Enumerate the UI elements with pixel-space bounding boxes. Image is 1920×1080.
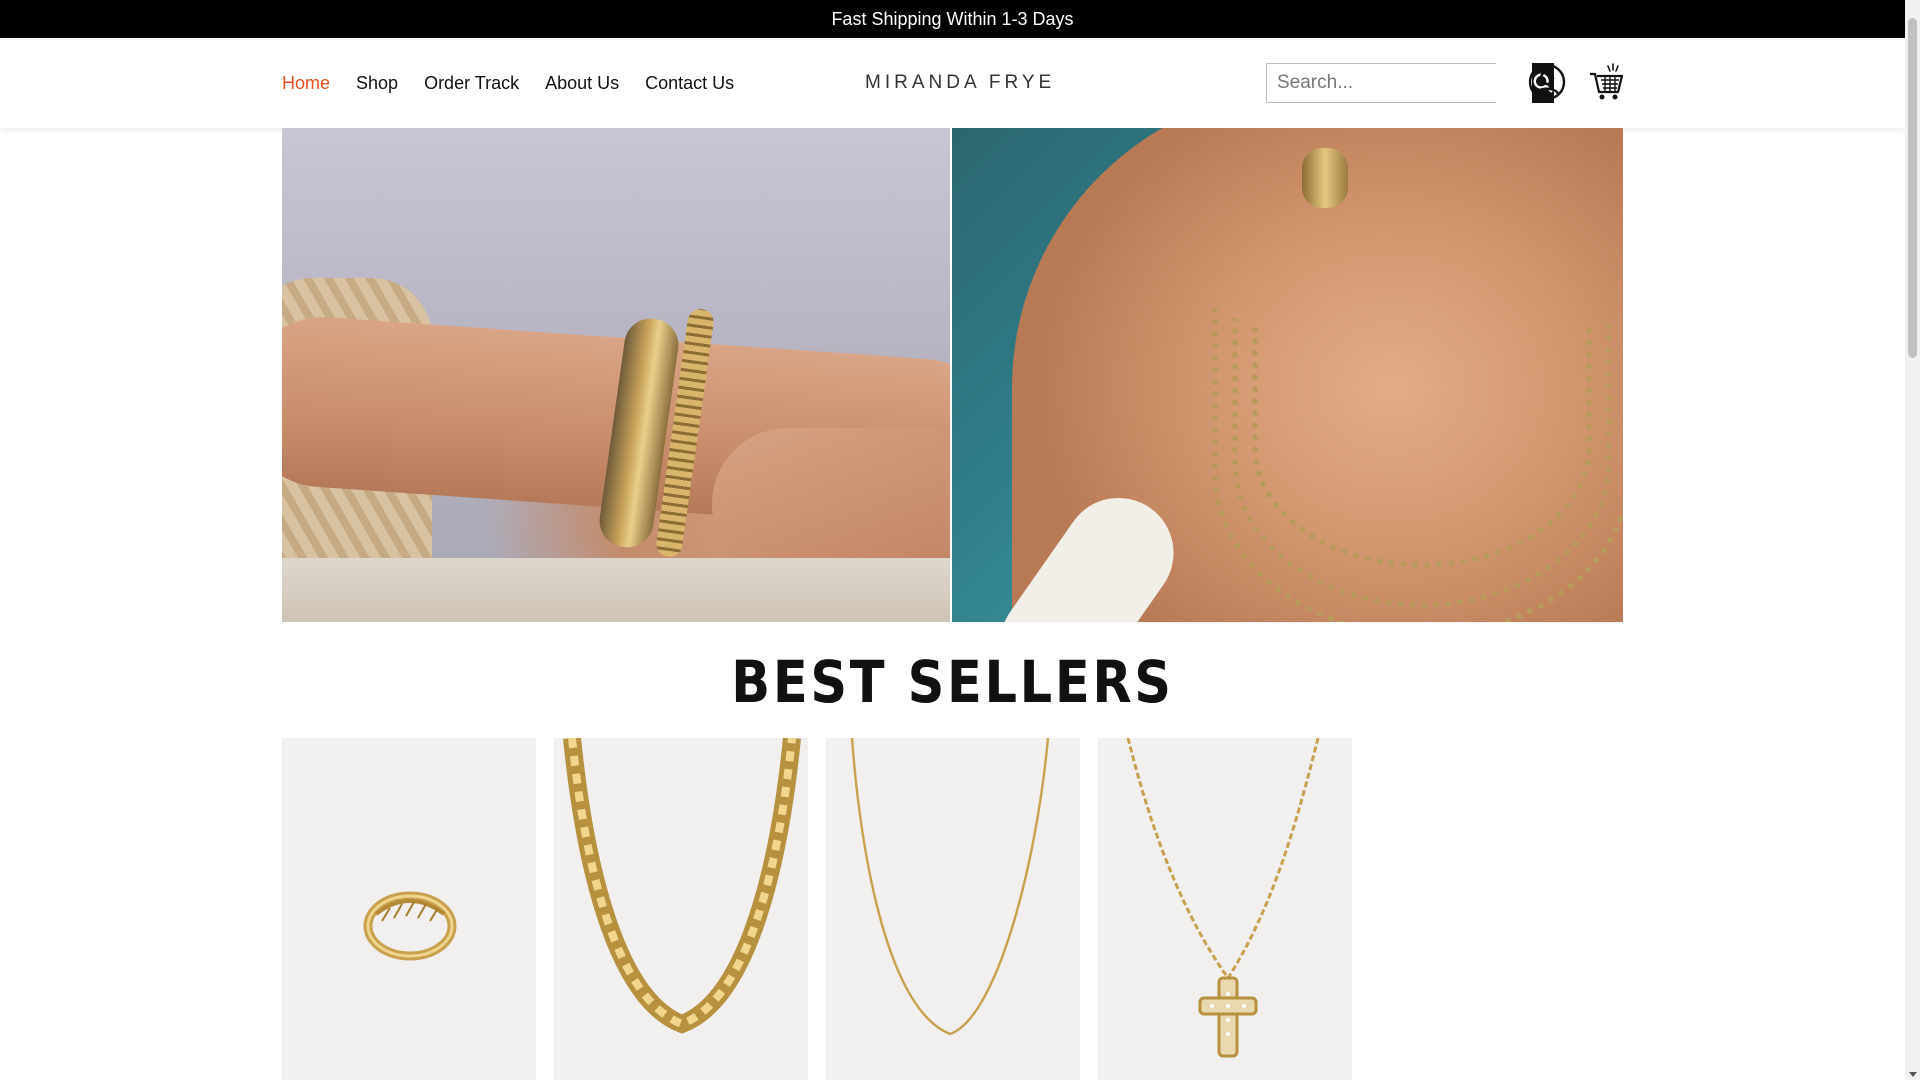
main-nav: Home Shop Order Track About Us Contact U… [282, 38, 734, 128]
scroll-down-arrow-icon[interactable] [1909, 1072, 1917, 1077]
account-button[interactable] [1528, 63, 1566, 101]
site-header: Home Shop Order Track About Us Contact U… [0, 38, 1905, 128]
announcement-bar: Fast Shipping Within 1-3 Days [0, 0, 1905, 38]
hero-image-necklaces [952, 128, 1623, 622]
cart-button[interactable] [1588, 62, 1624, 102]
product-card-cross-pendant[interactable] [1098, 738, 1352, 1080]
page-scrollbar[interactable] [1905, 0, 1920, 1080]
product-image-thin-chain [850, 738, 1050, 1036]
product-card-thin-chain[interactable] [826, 738, 1080, 1080]
best-sellers-heading: BEST SELLERS [731, 648, 1174, 716]
nav-item-shop[interactable]: Shop [356, 73, 398, 94]
hero-banner[interactable] [282, 128, 1623, 622]
search-input[interactable] [1267, 64, 1532, 102]
product-grid [282, 738, 1352, 1080]
nav-item-contact-us[interactable]: Contact Us [645, 73, 734, 94]
product-image-ring [363, 891, 457, 961]
product-image-box-chain [563, 738, 801, 1034]
shopping-cart-icon [1590, 63, 1624, 100]
user-account-icon [1528, 63, 1566, 101]
nav-item-home[interactable]: Home [282, 73, 330, 94]
nav-item-about-us[interactable]: About Us [545, 73, 619, 94]
product-card-box-chain[interactable] [554, 738, 808, 1080]
product-card-ring[interactable] [282, 738, 536, 1080]
nav-item-order-track[interactable]: Order Track [424, 73, 519, 94]
product-image-cross-pendant [1126, 738, 1320, 1058]
hero-image-bracelets [282, 128, 950, 622]
announcement-text: Fast Shipping Within 1-3 Days [831, 8, 1074, 29]
search-form [1266, 63, 1554, 103]
brand-logo[interactable]: MIRANDA FRYE [865, 38, 1055, 128]
scrollbar-thumb[interactable] [1908, 18, 1917, 358]
